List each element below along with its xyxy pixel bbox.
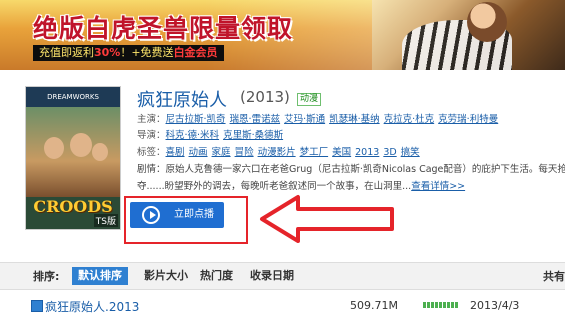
table-row[interactable]: 疯狂原始人.2013 509.71M 2013/4/3 <box>0 298 565 315</box>
cast-link[interactable]: 艾玛·斯通 <box>284 114 325 125</box>
banner-promo-text: 充值即返利30%！+免费送白金会员 <box>33 45 224 61</box>
movie-poster[interactable]: DREAMWORKS CROODS TS版 <box>25 86 121 230</box>
poster-figure <box>44 137 64 159</box>
poster-scene <box>26 107 120 197</box>
tag-link[interactable]: 喜剧 <box>166 147 185 158</box>
plot-text-1: 原始人克鲁德一家六口在老爸Grug（尼古拉斯·凯奇Nicolas Cage配音）… <box>165 164 565 175</box>
banner-artwork <box>372 0 565 70</box>
tag-link[interactable]: 3D <box>383 147 396 158</box>
total-count-label: 共有 <box>543 270 565 283</box>
result-name-link[interactable]: 疯狂原始人.2013 <box>45 298 139 315</box>
plot-text-2: 夺......盼望野外的调去，每晚听老爸叙述同一个故事，在山洞里... <box>137 181 412 192</box>
sort-default[interactable]: 默认排序 <box>72 267 128 285</box>
tags-line: 标签：喜剧 动画 家庭 冒险 动漫影片 梦工厂 美国 2013 3D 搞笑 <box>137 144 424 158</box>
promo-suffix: ！+免费送 <box>120 46 174 59</box>
movie-title[interactable]: 疯狂原始人 <box>137 86 227 112</box>
tag-link[interactable]: 动画 <box>189 147 208 158</box>
more-details-link[interactable]: 查看详情>> <box>411 181 465 192</box>
promo-tail: 白金会员 <box>173 46 218 59</box>
tag-link[interactable]: 梦工厂 <box>300 147 329 158</box>
sort-size[interactable]: 影片大小 <box>138 267 194 285</box>
cast-link[interactable]: 尼古拉斯·凯奇 <box>166 114 226 125</box>
tags-label: 标签： <box>137 147 166 158</box>
result-size: 509.71M <box>350 299 398 312</box>
row-checkbox[interactable] <box>31 300 43 312</box>
play-icon <box>142 206 160 224</box>
popularity-bar <box>423 302 459 308</box>
red-arrow-icon <box>260 195 394 243</box>
director-line: 导演：科克·德·米科 克里斯·桑德斯 <box>137 127 287 141</box>
director-link[interactable]: 克里斯·桑德斯 <box>223 130 283 141</box>
promo-highlight: 30% <box>94 46 121 59</box>
poster-version-badge: TS版 <box>93 214 118 227</box>
play-button-label: 立即点播 <box>174 209 214 220</box>
tag-link[interactable]: 2013 <box>355 147 379 158</box>
poster-studio: DREAMWORKS <box>26 87 120 107</box>
poster-figure <box>70 133 92 157</box>
sort-popularity[interactable]: 热门度 <box>194 267 239 285</box>
cast-link[interactable]: 克拉克·杜克 <box>384 114 435 125</box>
play-button-highlight: 立即点播 <box>124 196 248 244</box>
tag-link[interactable]: 搞笑 <box>401 147 420 158</box>
tag-link[interactable]: 动漫影片 <box>258 147 296 158</box>
plot-line-2: 夺......盼望野外的调去，每晚听老爸叙述同一个故事，在山洞里...查看详情>… <box>137 178 465 192</box>
movie-year: (2013) <box>240 88 290 106</box>
tag-link[interactable]: 美国 <box>332 147 351 158</box>
promo-banner[interactable]: 绝版白虎圣兽限量领取 充值即返利30%！+免费送白金会员 <box>0 0 565 70</box>
plot-label: 剧情： <box>137 164 166 175</box>
result-date: 2013/4/3 <box>470 299 520 312</box>
sort-date[interactable]: 收录日期 <box>244 267 300 285</box>
sort-label: 排序: <box>33 270 60 283</box>
promo-prefix: 充值即返利 <box>39 46 94 59</box>
cast-link[interactable]: 瑞恩·雷诺兹 <box>230 114 281 125</box>
director-link[interactable]: 科克·德·米科 <box>166 130 220 141</box>
cast-link[interactable]: 克劳瑞·利特曼 <box>438 114 498 125</box>
plot-line-1: 剧情：原始人克鲁德一家六口在老爸Grug（尼古拉斯·凯奇Nicolas Cage… <box>137 161 565 175</box>
tag-link[interactable]: 家庭 <box>212 147 231 158</box>
sort-bar: 排序: 默认排序 影片大小 热门度 收录日期 共有 <box>0 262 565 290</box>
banner-title: 绝版白虎圣兽限量领取 <box>33 14 294 43</box>
genre-tag[interactable]: 动漫 <box>297 93 322 106</box>
poster-figure <box>92 143 108 161</box>
tag-link[interactable]: 冒险 <box>235 147 254 158</box>
play-now-button[interactable]: 立即点播 <box>130 202 224 228</box>
cast-line: 主演：尼古拉斯·凯奇 瑞恩·雷诺兹 艾玛·斯通 凯瑟琳·基纳 克拉克·杜克 克劳瑞·利特曼 <box>137 111 502 125</box>
cast-link[interactable]: 凯瑟琳·基纳 <box>329 114 380 125</box>
director-label: 导演： <box>137 130 166 141</box>
rider-image <box>467 2 507 42</box>
cast-label: 主演： <box>137 114 166 125</box>
